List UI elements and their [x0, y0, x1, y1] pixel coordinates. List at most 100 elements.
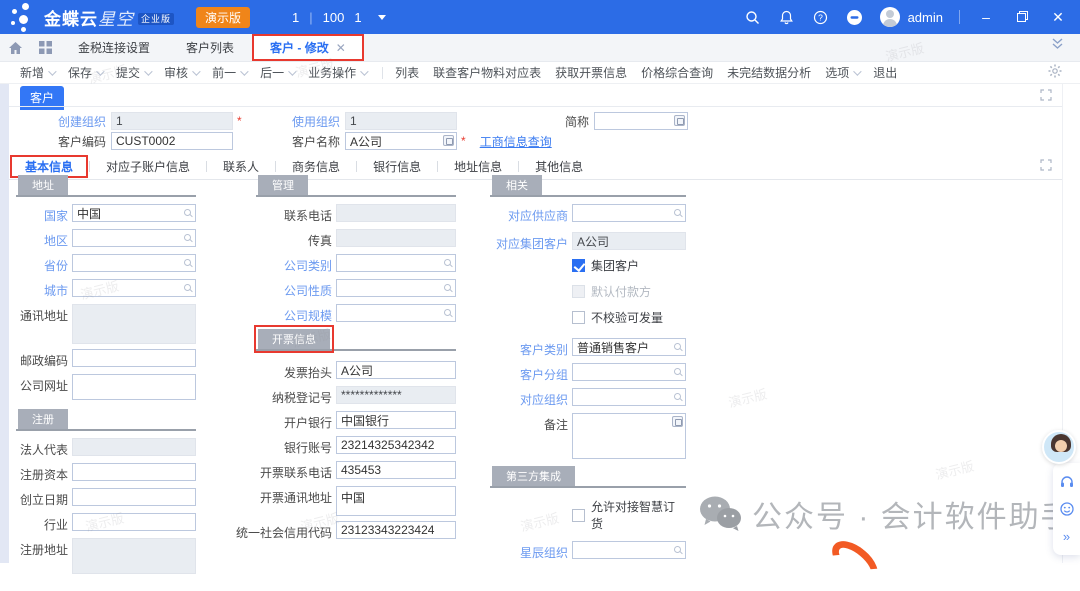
group-customer-label: 对应集团客户	[490, 232, 568, 252]
home-icon[interactable]	[0, 34, 30, 61]
tab-customer-list[interactable]: 客户列表	[168, 34, 252, 61]
customer-name-input[interactable]	[345, 132, 457, 150]
expand-icon[interactable]	[1040, 88, 1052, 106]
toolbar-next-button[interactable]: 后一	[260, 64, 294, 81]
toolbar-submit-button[interactable]: 提交	[116, 64, 150, 81]
toolbar-business-ops-button[interactable]: 业务操作	[308, 64, 366, 81]
org-selector[interactable]: 1 | 100 1	[292, 10, 386, 25]
postcode-input[interactable]	[72, 349, 196, 367]
toolbar-previous-button[interactable]: 前一	[212, 64, 246, 81]
checkbox-icon[interactable]	[572, 259, 585, 272]
invoice-title-input[interactable]	[336, 361, 456, 379]
search-icon[interactable]	[674, 546, 681, 553]
toolbar-options-button[interactable]: 选项	[825, 64, 859, 81]
founded-date-input[interactable]	[72, 488, 196, 506]
minimize-button[interactable]: –	[976, 9, 996, 25]
do-not-disturb-icon[interactable]	[846, 8, 864, 26]
toolbar-audit-button[interactable]: 审核	[164, 64, 198, 81]
close-tab-icon[interactable]: ✕	[336, 41, 346, 55]
column-related: 相关 对应供应商 对应集团客户 集团客户 默认付款方 不校验可发量 客户类别 客…	[490, 180, 686, 566]
toolbar-save-button[interactable]: 保存	[68, 64, 102, 81]
section-manage: 管理	[256, 180, 456, 197]
short-name-input[interactable]	[594, 112, 688, 130]
chevron-double-right-icon[interactable]: »	[1063, 530, 1070, 543]
search-icon[interactable]	[184, 284, 191, 291]
credit-code-input[interactable]	[336, 521, 456, 539]
search-icon[interactable]	[184, 209, 191, 216]
notification-bell-icon[interactable]	[778, 8, 796, 26]
search-icon[interactable]	[674, 343, 681, 350]
checkbox-icon[interactable]	[572, 311, 585, 324]
city-input[interactable]	[72, 279, 196, 297]
expand-icon[interactable]	[1040, 158, 1052, 176]
counter-b: 100	[323, 10, 345, 25]
help-icon[interactable]: ?	[812, 8, 830, 26]
toolbar-material-map-button[interactable]: 联查客户物料对应表	[433, 64, 541, 81]
user-avatar[interactable]	[880, 7, 900, 27]
tab-customer-edit[interactable]: 客户 - 修改✕	[252, 34, 364, 61]
company-scale-input[interactable]	[336, 304, 456, 322]
smiley-icon[interactable]	[1060, 502, 1074, 518]
customer-name-label: 客户名称	[292, 133, 340, 150]
maximize-button[interactable]	[1012, 9, 1032, 25]
reg-capital-input[interactable]	[72, 463, 196, 481]
assistant-avatar[interactable]	[1042, 430, 1076, 464]
customer-code-input[interactable]	[111, 132, 233, 150]
tab-bank-info[interactable]: 银行信息	[357, 154, 437, 179]
multilang-icon[interactable]	[674, 115, 685, 126]
column-manage-invoice: 管理 联系电话 传真 公司类别 公司性质 公司规模 开票信息 发票抬头 纳税登记…	[256, 180, 456, 546]
website-input[interactable]	[72, 374, 196, 400]
toolbar-price-query-button[interactable]: 价格综合查询	[641, 64, 713, 81]
search-icon[interactable]	[444, 259, 451, 266]
search-icon[interactable]	[674, 209, 681, 216]
apps-grid-icon[interactable]	[30, 34, 60, 61]
search-icon[interactable]	[744, 8, 762, 26]
checkbox-no-check-qty[interactable]: 不校验可发量	[572, 309, 686, 326]
region-input[interactable]	[72, 229, 196, 247]
toolbar-invoice-info-button[interactable]: 获取开票信息	[555, 64, 627, 81]
invoice-address-input[interactable]: 中国	[336, 486, 456, 516]
toolbar-unfinished-analysis-button[interactable]: 未完结数据分析	[727, 64, 811, 81]
checkbox-smart-order[interactable]: 允许对接智慧订货	[572, 498, 686, 532]
multilang-icon[interactable]	[672, 416, 683, 427]
username-label[interactable]: admin	[908, 10, 943, 25]
customer-type-input[interactable]	[572, 338, 686, 356]
tab-tax-connection[interactable]: 金税连接设置	[60, 34, 168, 61]
invoice-phone-input[interactable]	[336, 461, 456, 479]
multilang-icon[interactable]	[443, 135, 454, 146]
mapped-org-input[interactable]	[572, 388, 686, 406]
business-info-query-link[interactable]: 工商信息查询	[480, 133, 552, 150]
company-nature-input[interactable]	[336, 279, 456, 297]
search-icon[interactable]	[444, 309, 451, 316]
toolbar-new-button[interactable]: 新增	[20, 64, 54, 81]
close-button[interactable]: ✕	[1048, 9, 1068, 26]
bank-input[interactable]	[336, 411, 456, 429]
star-org-input[interactable]	[572, 541, 686, 559]
company-category-input[interactable]	[336, 254, 456, 272]
search-icon[interactable]	[184, 234, 191, 241]
customer-group-input[interactable]	[572, 363, 686, 381]
search-icon[interactable]	[674, 368, 681, 375]
headset-icon[interactable]	[1060, 475, 1074, 490]
industry-input[interactable]	[72, 513, 196, 531]
field-province: 省份	[16, 254, 196, 274]
search-icon[interactable]	[184, 259, 191, 266]
checkbox-group-customer[interactable]: 集团客户	[572, 257, 686, 274]
province-input[interactable]	[72, 254, 196, 272]
chevron-down-icon[interactable]	[378, 15, 386, 20]
search-icon[interactable]	[444, 284, 451, 291]
gear-icon[interactable]	[1048, 64, 1062, 81]
checkbox-icon[interactable]	[572, 509, 585, 522]
toolbar-exit-button[interactable]: 退出	[873, 64, 897, 81]
short-name-label: 简称	[565, 113, 589, 130]
collapse-chevrons-icon[interactable]	[1051, 37, 1064, 55]
country-input[interactable]	[72, 204, 196, 222]
remark-input[interactable]	[572, 413, 686, 459]
chevron-down-icon	[96, 67, 104, 75]
supplier-input[interactable]	[572, 204, 686, 222]
toolbar-list-button[interactable]: 列表	[395, 64, 419, 81]
counter-divider: |	[309, 10, 312, 25]
tab-sub-account[interactable]: 对应子账户信息	[90, 154, 206, 179]
bank-account-input[interactable]	[336, 436, 456, 454]
search-icon[interactable]	[674, 393, 681, 400]
